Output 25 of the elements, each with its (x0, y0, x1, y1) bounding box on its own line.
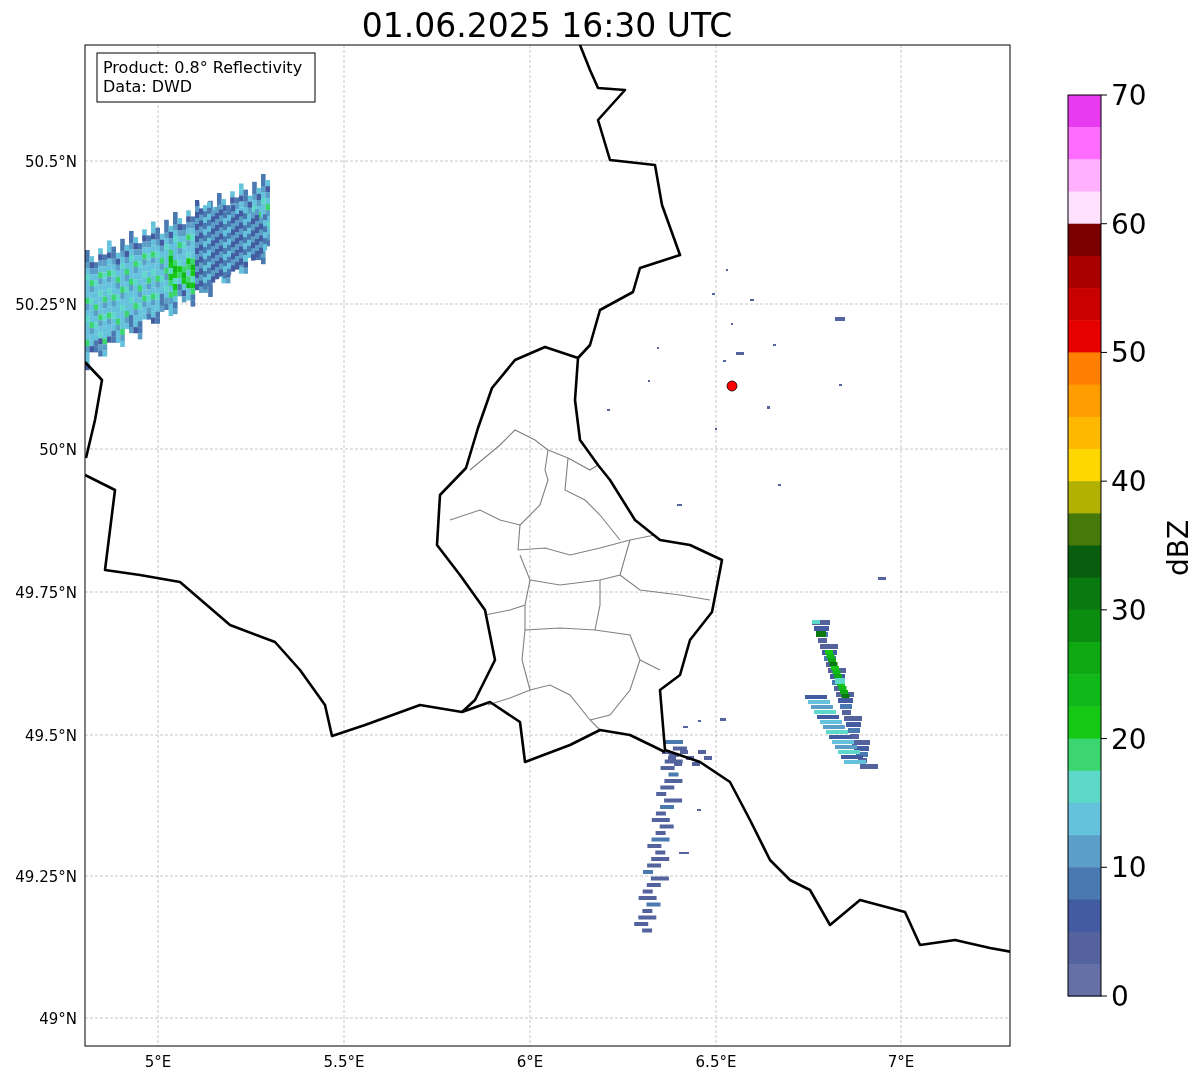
latitude-label: 49.5°N (24, 727, 77, 745)
radar-site-marker (726, 380, 738, 392)
colorbar-tick-label: 30 (1111, 593, 1147, 627)
colorbar-tick-label: 70 (1111, 79, 1147, 112)
colorbar-tick-label: 60 (1111, 207, 1147, 241)
longitude-label: 7°E (887, 1053, 915, 1071)
longitude-label: 5°E (144, 1053, 172, 1071)
latitude-label: 50°N (39, 441, 77, 459)
latitude-label: 50.5°N (24, 153, 77, 171)
latitude-label: 49°N (39, 1010, 77, 1028)
legend-text: Product: 0.8° Reflectivity (103, 58, 303, 77)
longitude-label: 5.5°E (323, 1053, 365, 1071)
colorbar-tick-label: 20 (1111, 722, 1147, 756)
longitude-label: 6°E (516, 1053, 544, 1071)
colorbar-label: dBZ (1162, 519, 1195, 577)
legend-text: Data: DWD (103, 77, 193, 96)
colorbar-tick-label: 40 (1111, 465, 1147, 499)
colorbar-tick-label: 50 (1111, 336, 1147, 370)
chart-title: 01.06.2025 16:30 UTC (361, 6, 733, 45)
colorbar-tick-label: 10 (1111, 851, 1147, 885)
colorbar-tick-label: 0 (1111, 980, 1129, 1013)
latitude-label: 50.25°N (15, 296, 77, 314)
latitude-label: 49.75°N (15, 584, 77, 602)
longitude-label: 6.5°E (695, 1053, 737, 1071)
latitude-label: 49.25°N (15, 868, 77, 886)
